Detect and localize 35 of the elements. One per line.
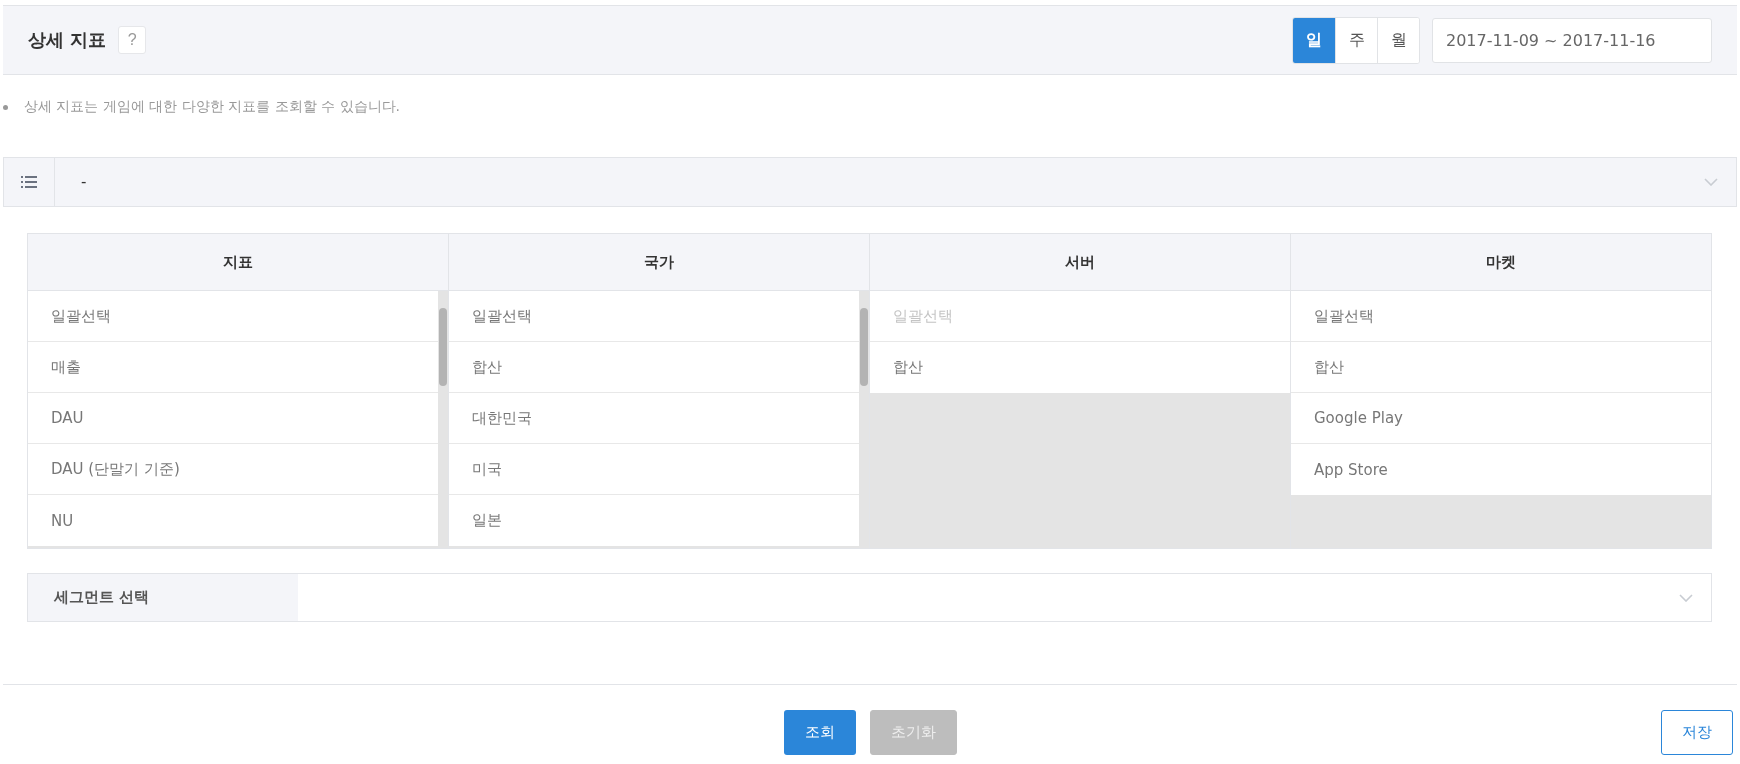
list-item[interactable]: DAU (단말기 기준) xyxy=(28,444,438,495)
list-item[interactable]: 합산 xyxy=(449,342,859,393)
column-header: 마켓 xyxy=(1291,234,1711,291)
save-button[interactable]: 저장 xyxy=(1661,710,1733,755)
period-tab[interactable]: 월 xyxy=(1377,17,1419,63)
segment-dropdown[interactable]: 세그먼트 선택 xyxy=(27,573,1712,622)
list-icon xyxy=(21,175,37,189)
preset-dropdown[interactable]: - xyxy=(3,157,1737,207)
page-title: 상세 지표 xyxy=(28,28,107,52)
chevron-down-icon xyxy=(1704,178,1718,186)
action-button[interactable]: 조회 xyxy=(783,710,856,755)
list-item[interactable]: 일괄선택 xyxy=(449,291,859,342)
list-item[interactable]: 매출 xyxy=(28,342,438,393)
help-button[interactable]: ? xyxy=(118,26,147,54)
list-item[interactable]: 합산 xyxy=(1291,342,1711,393)
preset-value: - xyxy=(81,173,88,191)
list-item[interactable]: 합산 xyxy=(870,342,1290,393)
list-item[interactable]: 일본 xyxy=(449,495,859,546)
period-tab[interactable]: 일 xyxy=(1293,17,1335,63)
list-item[interactable]: NU xyxy=(28,495,438,546)
list-item[interactable]: 일괄선택 xyxy=(28,291,438,342)
list-item[interactable]: 일괄선택 xyxy=(1291,291,1711,342)
list-item[interactable]: DAU xyxy=(28,393,438,444)
chevron-down-icon xyxy=(1679,593,1693,602)
column-header: 국가 xyxy=(449,234,869,291)
column-header: 서버 xyxy=(870,234,1290,291)
bullet-icon xyxy=(3,104,8,110)
list-item[interactable]: App Store xyxy=(1291,444,1711,495)
list-item[interactable]: 대한민국 xyxy=(449,393,859,444)
note-text: 상세 지표는 게임에 대한 다양한 지표를 조회할 수 있습니다. xyxy=(24,98,401,116)
segment-label: 세그먼트 선택 xyxy=(53,588,151,607)
list-item[interactable]: Google Play xyxy=(1291,393,1711,444)
list-item[interactable]: 미국 xyxy=(449,444,859,495)
date-range-field[interactable]: 2017-11-09 ~ 2017-11-16 xyxy=(1432,17,1712,63)
column-header: 지표 xyxy=(28,234,448,291)
